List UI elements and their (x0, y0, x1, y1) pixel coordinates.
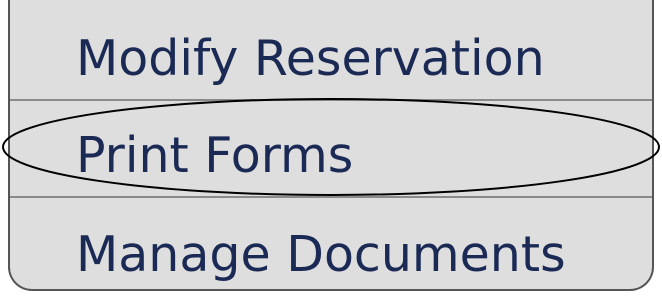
menu-item-modify-reservation[interactable]: Modify Reservation (10, 34, 652, 83)
menu-item-label: Print Forms (76, 127, 354, 184)
menu-item-label: Manage Documents (76, 226, 566, 283)
menu-item-manage-documents[interactable]: Manage Documents (10, 230, 652, 279)
menu-divider (10, 99, 652, 101)
menu-item-label: Modify Reservation (76, 30, 545, 87)
menu-divider (10, 196, 652, 198)
screenshot-stage: Modify Reservation Print Forms Manage Do… (0, 0, 662, 299)
actions-menu: Modify Reservation Print Forms Manage Do… (8, 0, 654, 291)
menu-item-print-forms[interactable]: Print Forms (10, 131, 652, 180)
